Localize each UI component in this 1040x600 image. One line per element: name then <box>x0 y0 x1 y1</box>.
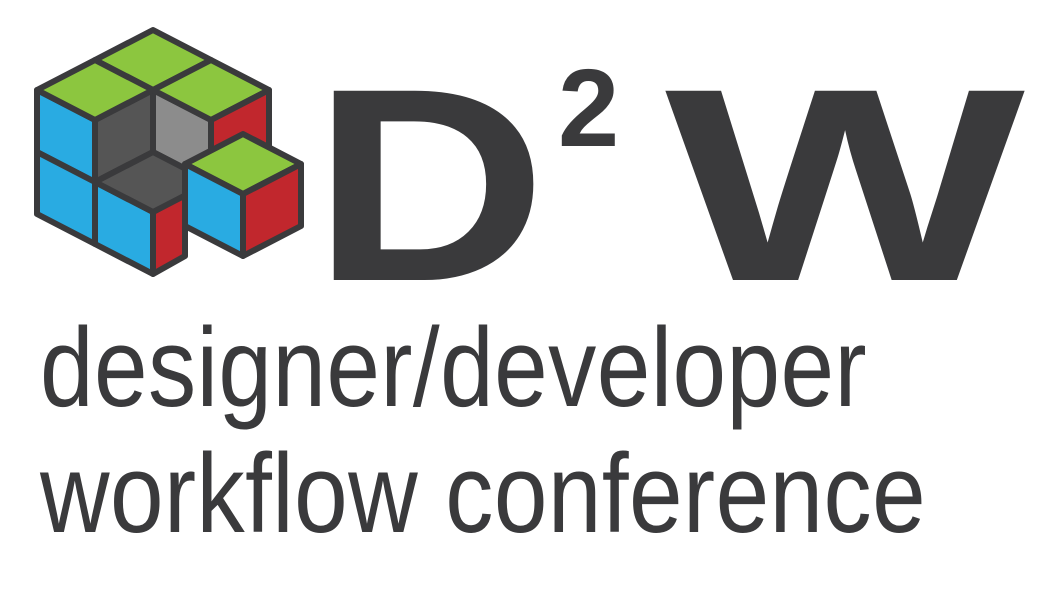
tagline-line-2: workflow conference <box>40 431 927 556</box>
brand-wordmark: D 2 W <box>320 32 1029 318</box>
brand-letter-d: D <box>320 32 547 318</box>
stacked-cubes-logo-icon <box>34 27 304 277</box>
conference-logo: D 2 W designer/developer workflow confer… <box>0 0 1040 600</box>
brand-superscript-2: 2 <box>558 47 619 170</box>
tagline-line-1: designer/developer <box>40 305 868 430</box>
brand-letter-w: W <box>665 32 1029 318</box>
